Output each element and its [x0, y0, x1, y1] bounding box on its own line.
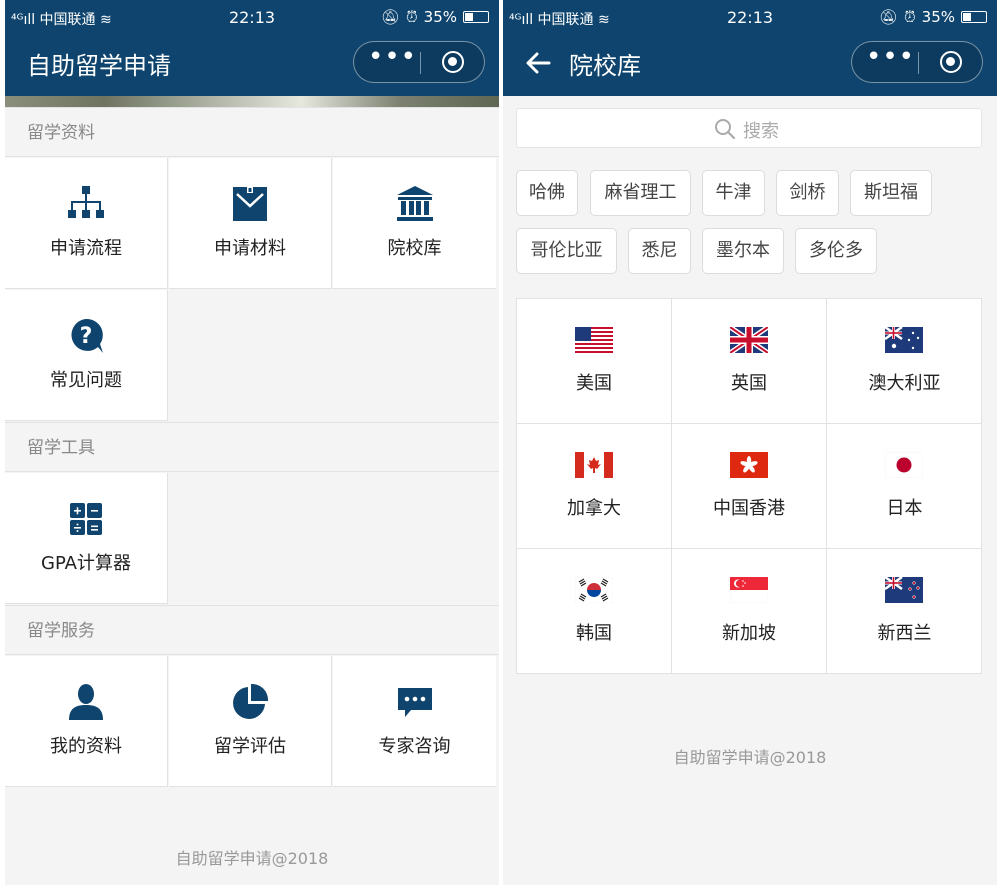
grid-item-label: 申请流程 [50, 238, 122, 259]
close-miniprogram-button[interactable] [442, 51, 464, 73]
search-icon [715, 119, 736, 140]
grid-item-label: 专家咨询 [378, 736, 451, 757]
country-japan[interactable]: 日本 [827, 424, 982, 549]
korea-flag-icon [575, 577, 613, 603]
section-title-tools: 留学工具 [5, 422, 499, 472]
grid-item-university-db[interactable]: 院校库 [333, 158, 496, 289]
footer-copyright: 自助留学申请@2018 [673, 748, 827, 767]
back-arrow-icon[interactable] [523, 48, 553, 78]
section-title-services: 留学服务 [5, 605, 499, 655]
banner-image [5, 96, 499, 107]
grid-item-label: 申请材料 [214, 238, 286, 259]
svg-text:?: ? [80, 324, 93, 349]
battery-percent: 35% [423, 8, 457, 26]
us-flag-icon [575, 327, 613, 353]
document-envelope-icon [233, 187, 267, 221]
japan-flag-icon [885, 452, 923, 478]
tag-toronto[interactable]: 多伦多 [795, 228, 877, 274]
grid-item-label: 常见问题 [50, 370, 122, 391]
battery-icon [463, 11, 489, 23]
tag-mit[interactable]: 麻省理工 [590, 170, 691, 216]
alarm-icon: ⏰︎ [903, 8, 916, 26]
singapore-flag-icon [730, 577, 768, 603]
nav-bar: ⁴ᴳıll 中国联通 ≋ 22:13 🔕︎ ⏰︎ 35% 院校库 ••• [503, 0, 997, 96]
search-placeholder: 搜索 [743, 121, 779, 142]
calculator-icon [70, 503, 102, 535]
right-screen: ⁴ᴳıll 中国联通 ≋ 22:13 🔕︎ ⏰︎ 35% 院校库 ••• 搜索 … [503, 0, 997, 885]
footer-copyright: 自助留学申请@2018 [175, 849, 329, 868]
chat-bubble-icon [397, 688, 432, 717]
country-singapore[interactable]: 新加坡 [672, 549, 827, 674]
country-label: 美国 [576, 373, 612, 394]
tag-sydney[interactable]: 悉尼 [628, 228, 691, 274]
country-hongkong[interactable]: 中国香港 [672, 424, 827, 549]
section-title-materials: 留学资料 [5, 107, 499, 157]
grid-item-my-profile[interactable]: 我的资料 [5, 656, 168, 787]
grid-item-label: 留学评估 [214, 736, 286, 757]
country-label: 日本 [886, 498, 923, 519]
pie-chart-icon [233, 683, 269, 719]
more-dots-button[interactable]: ••• [866, 44, 914, 78]
question-bubble-icon: ? [71, 318, 103, 353]
tag-columbia[interactable]: 哥伦比亚 [516, 228, 617, 274]
country-label: 澳大利亚 [868, 373, 941, 394]
country-label: 加拿大 [567, 498, 621, 519]
country-grid: 美国 英国 澳大利亚 加拿大 中国香港 日本 韩国 新加坡 新西兰 [516, 298, 982, 674]
grid-item-expert-consult[interactable]: 专家咨询 [333, 656, 496, 787]
country-korea[interactable]: 韩国 [517, 549, 672, 674]
grid-item-gpa-calculator[interactable]: GPA计算器 [5, 473, 168, 604]
uk-flag-icon [730, 327, 768, 353]
search-input[interactable]: 搜索 [516, 108, 982, 148]
country-label: 中国香港 [713, 498, 785, 519]
battery-percent: 35% [921, 8, 955, 26]
battery-icon [961, 11, 987, 23]
mute-bell-icon: 🔕︎ [380, 8, 400, 26]
australia-flag-icon [885, 327, 923, 353]
grid-item-apply-materials[interactable]: 申请材料 [169, 158, 332, 289]
newzealand-flag-icon [885, 577, 923, 603]
tag-harvard[interactable]: 哈佛 [516, 170, 578, 216]
alarm-icon: ⏰︎ [405, 8, 418, 26]
grid-item-assessment[interactable]: 留学评估 [169, 656, 332, 787]
tag-oxford[interactable]: 牛津 [702, 170, 765, 216]
more-dots-button[interactable]: ••• [368, 44, 416, 78]
close-miniprogram-button[interactable] [940, 51, 962, 73]
country-usa[interactable]: 美国 [517, 299, 672, 424]
grid-item-faq[interactable]: ? 常见问题 [5, 290, 168, 421]
left-screen: ⁴ᴳıll 中国联通 ≋ 22:13 🔕︎ ⏰︎ 35% 自助留学申请 ••• … [5, 0, 499, 885]
mini-program-capsule: ••• [353, 41, 485, 83]
country-label: 韩国 [576, 623, 612, 644]
org-chart-icon [68, 186, 104, 218]
tag-stanford[interactable]: 斯坦福 [850, 170, 932, 216]
country-newzealand[interactable]: 新西兰 [827, 549, 982, 674]
country-uk[interactable]: 英国 [672, 299, 827, 424]
grid-item-label: GPA计算器 [41, 553, 131, 574]
university-building-icon [396, 186, 433, 221]
tag-melbourne[interactable]: 墨尔本 [702, 228, 784, 274]
mute-bell-icon: 🔕︎ [878, 8, 898, 26]
country-label: 英国 [731, 373, 767, 394]
page-title: 自助留学申请 [27, 52, 171, 80]
country-label: 新西兰 [877, 623, 932, 644]
hongkong-flag-icon [730, 452, 768, 478]
grid-item-apply-process[interactable]: 申请流程 [5, 158, 168, 289]
status-bar: ⁴ᴳıll 中国联通 ≋ 22:13 🔕︎ ⏰︎ 35% [5, 0, 499, 34]
country-canada[interactable]: 加拿大 [517, 424, 672, 549]
user-icon [69, 684, 103, 720]
mini-program-capsule: ••• [851, 41, 983, 83]
nav-bar: ⁴ᴳıll 中国联通 ≋ 22:13 🔕︎ ⏰︎ 35% 自助留学申请 ••• [5, 0, 499, 96]
country-label: 新加坡 [722, 623, 776, 644]
tag-cambridge[interactable]: 剑桥 [776, 170, 839, 216]
status-bar: ⁴ᴳıll 中国联通 ≋ 22:13 🔕︎ ⏰︎ 35% [503, 0, 997, 34]
grid-item-label: 院校库 [387, 238, 442, 259]
canada-flag-icon [575, 452, 613, 478]
grid-item-label: 我的资料 [50, 736, 122, 757]
page-title: 院校库 [569, 52, 641, 80]
country-australia[interactable]: 澳大利亚 [827, 299, 982, 424]
